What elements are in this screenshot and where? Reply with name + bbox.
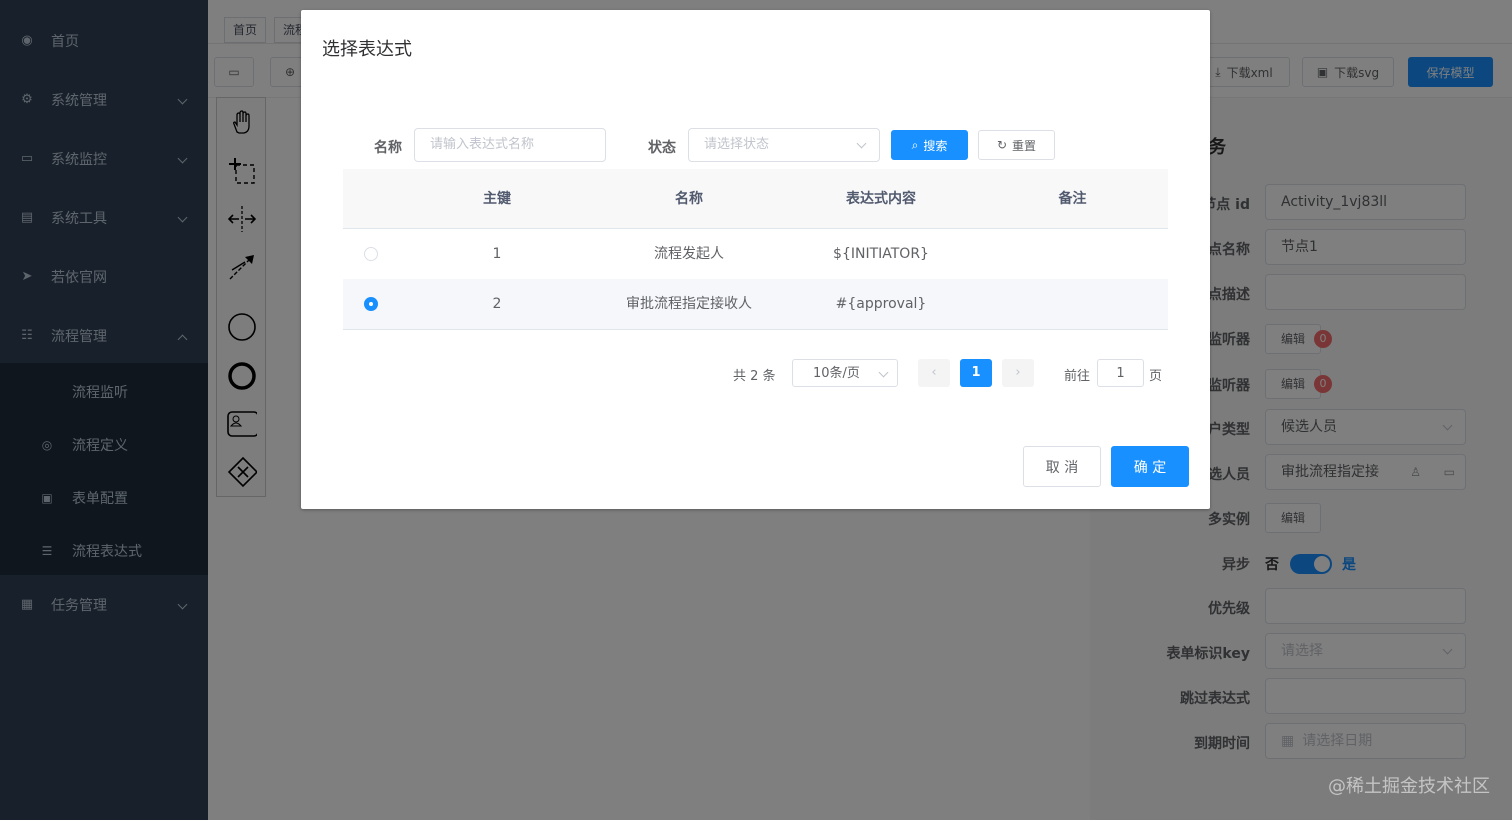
row-name: 流程发起人 [654,246,724,262]
confirm-button[interactable]: 确 定 [1111,446,1189,487]
row-remark [977,279,1168,329]
goto-label: 前往 [1064,369,1091,384]
refresh-icon: ↻ [996,138,1008,152]
page-suffix-label: 页 [1149,369,1163,384]
name-input[interactable]: 请输入表达式名称 [414,128,606,162]
row-name: 审批流程指定接收人 [626,296,752,312]
next-page-button[interactable]: › [1002,359,1034,387]
cancel-button[interactable]: 取 消 [1023,446,1101,487]
column-header: 表达式内容 [846,191,916,207]
reset-button[interactable]: ↻ 重置 [978,130,1055,160]
table-header: 主键 名称 表达式内容 备注 [343,169,1168,229]
row-radio[interactable] [364,297,378,311]
goto-page-input[interactable]: 1 [1097,359,1144,387]
chevron-down-icon [878,367,889,378]
pager-total: 共 2 条 [733,369,776,384]
page-number-current[interactable]: 1 [960,359,992,387]
chevron-down-icon [856,138,867,149]
table-row[interactable]: 1 流程发起人 ${INITIATOR} [343,229,1168,280]
row-id: 1 [492,246,502,262]
table-row[interactable]: 2 审批流程指定接收人 #{approval} [343,279,1168,330]
status-select[interactable]: 请选择状态 [688,128,880,162]
row-expression: #{approval} [835,296,927,312]
column-header: 名称 [675,191,703,207]
column-header: 主键 [483,191,511,207]
page-size-select[interactable]: 10条/页 [792,359,898,387]
row-expression: ${INITIATOR} [833,246,929,262]
row-radio[interactable] [364,247,378,261]
select-expression-dialog: 选择表达式 名称 请输入表达式名称 状态 请选择状态 ⌕ 搜索 ↻ 重置 主键 名称… [301,10,1210,509]
name-label: 名称 [374,140,402,156]
column-header: 备注 [1058,191,1087,207]
prev-page-button[interactable]: ‹ [918,359,950,387]
search-icon: ⌕ [911,137,919,152]
search-button[interactable]: ⌕ 搜索 [891,130,968,160]
status-label: 状态 [648,140,676,156]
row-remark [977,229,1168,279]
dialog-title: 选择表达式 [322,39,412,60]
watermark: @稀土掘金技术社区 [1328,776,1490,797]
row-id: 2 [492,296,502,312]
